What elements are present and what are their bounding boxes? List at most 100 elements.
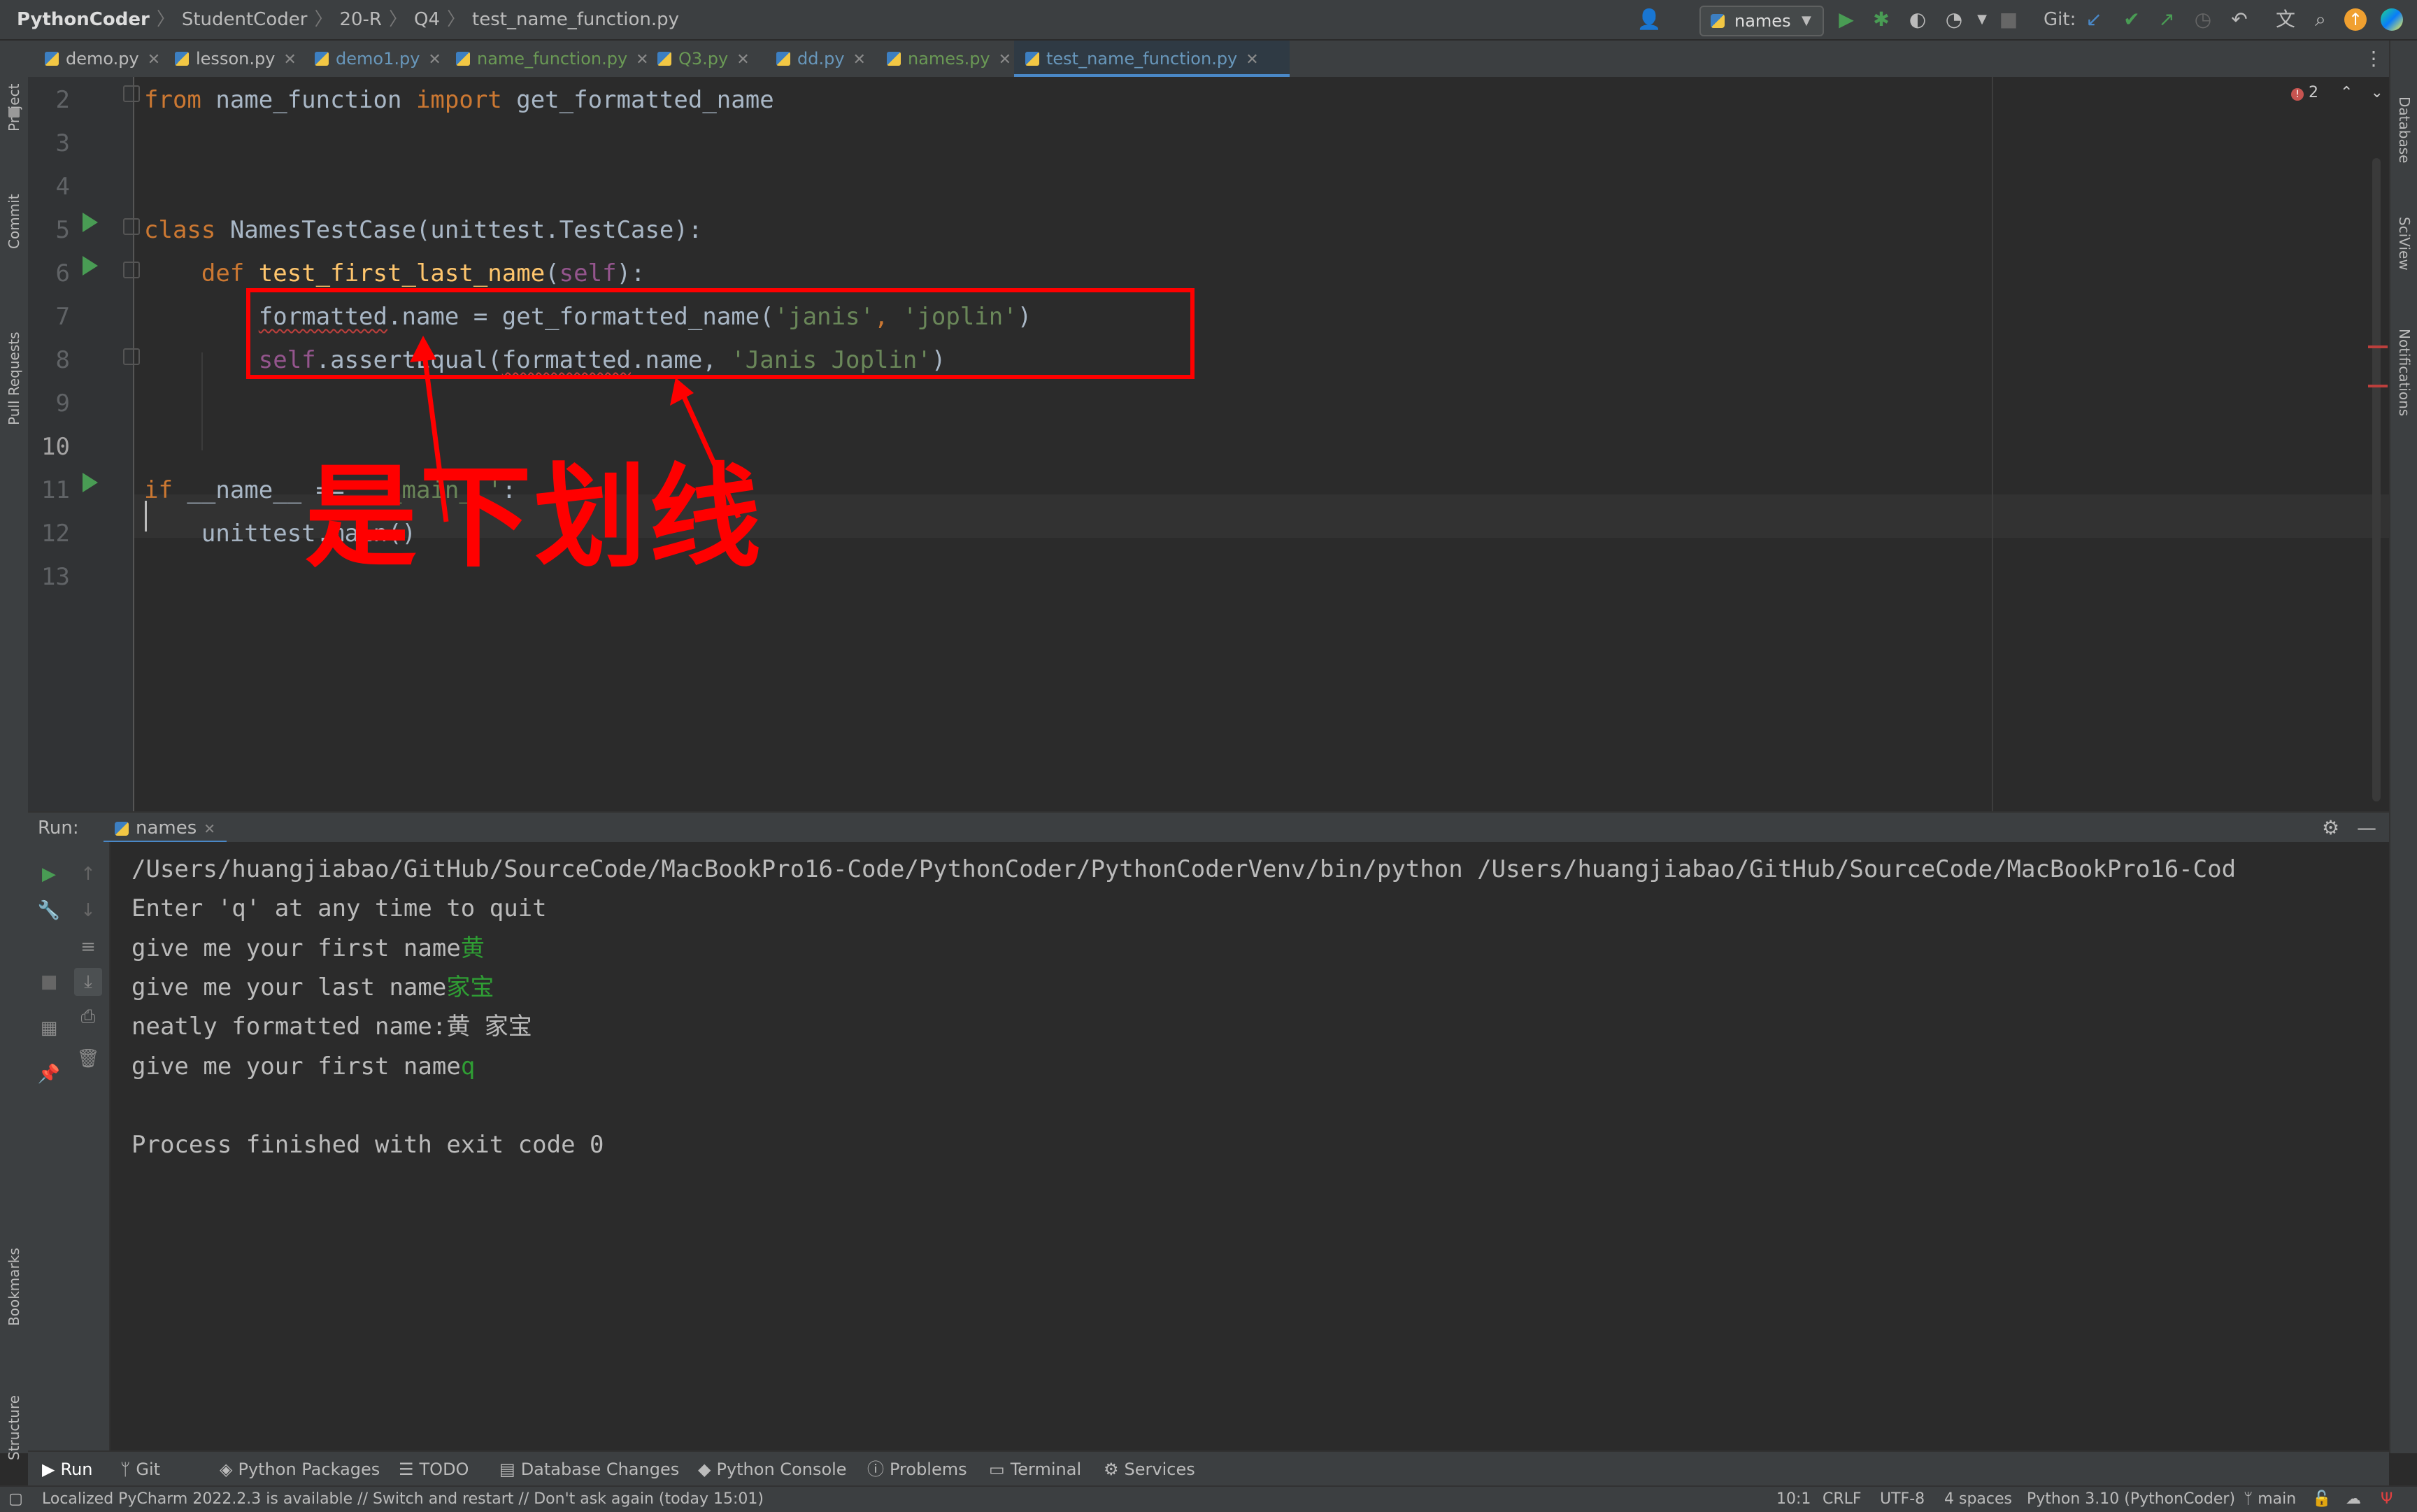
- tab-label: name_function.py: [477, 49, 628, 69]
- gear-icon[interactable]: ⚙: [2322, 813, 2339, 843]
- soft-wrap-icon[interactable]: ≡: [74, 933, 102, 961]
- profile-icon[interactable]: ◔: [1941, 7, 1967, 32]
- next-problem-icon[interactable]: ⌄: [2370, 84, 2383, 101]
- layout-toggle-icon[interactable]: ▢: [8, 1487, 23, 1512]
- git-push-icon[interactable]: ↗: [2154, 7, 2179, 32]
- git-label: Git:: [2044, 9, 2076, 30]
- run-config-dropdown[interactable]: names ▼: [1699, 6, 1824, 36]
- breadcrumb-folder-q4[interactable]: Q4: [414, 9, 440, 30]
- rerun-icon[interactable]: ▶: [35, 860, 63, 888]
- tab-name-function-py[interactable]: name_function.py ✕: [456, 41, 649, 77]
- console-text: neatly formatted name:黄 家宝: [131, 1013, 532, 1041]
- chevron-down-icon[interactable]: ▼: [1969, 7, 1995, 32]
- bottom-tab-problems[interactable]: ⓘ Problems: [867, 1452, 967, 1487]
- git-update-icon[interactable]: ↙: [2081, 7, 2106, 32]
- tab-demo-py[interactable]: demo.py ✕: [45, 41, 160, 77]
- bottom-tab-terminal[interactable]: ▭ Terminal: [989, 1452, 1081, 1487]
- tab-names-py[interactable]: names.py ✕: [887, 41, 1011, 77]
- list-icon: ☰: [399, 1460, 414, 1479]
- status-indent[interactable]: 4 spaces: [1944, 1487, 2012, 1512]
- debug-icon[interactable]: ✱: [1869, 7, 1894, 32]
- print-icon[interactable]: ⎙: [74, 1003, 102, 1031]
- rollback-icon[interactable]: ↶: [2227, 7, 2252, 32]
- bottom-tab-python-console[interactable]: ◆ Python Console: [698, 1452, 847, 1487]
- tool-window-notifications[interactable]: Notifications: [2396, 329, 2413, 416]
- bottom-tab-run[interactable]: ▶ Run: [42, 1452, 93, 1487]
- breadcrumb-folder-studentcoder[interactable]: StudentCoder: [182, 9, 308, 30]
- lock-icon[interactable]: 🔓: [2312, 1487, 2331, 1512]
- bottom-tab-services[interactable]: ⚙ Services: [1104, 1452, 1195, 1487]
- annotation-text: 是下划线: [305, 452, 764, 583]
- stop-icon[interactable]: ■: [1996, 7, 2021, 32]
- editor-tab-bar: demo.py ✕ lesson.py ✕ demo1.py ✕ name_funct…: [28, 41, 2389, 78]
- tool-window-bookmarks[interactable]: Bookmarks: [6, 1248, 22, 1326]
- search-icon[interactable]: ⌕: [2308, 7, 2333, 32]
- layout-icon[interactable]: ▦: [35, 1014, 63, 1042]
- pycharm-status-icon[interactable]: Ψ: [2381, 1487, 2393, 1512]
- tab-q3-py[interactable]: Q3.py ✕: [657, 41, 750, 77]
- database-icon: ▤: [499, 1460, 515, 1479]
- coverage-icon[interactable]: ◐: [1905, 7, 1930, 32]
- stop-icon[interactable]: ■: [35, 968, 63, 996]
- cloud-icon[interactable]: ☁: [2346, 1487, 2361, 1512]
- git-commit-icon[interactable]: ✔: [2119, 7, 2144, 32]
- user-icon[interactable]: 👤: [1637, 7, 1662, 32]
- error-stripe-mark[interactable]: [2368, 345, 2388, 348]
- history-icon[interactable]: ◷: [2190, 7, 2216, 32]
- bottom-tab-todo[interactable]: ☰ TODO: [399, 1452, 469, 1487]
- status-message[interactable]: Localized PyCharm 2022.2.3 is available …: [42, 1487, 764, 1512]
- close-icon[interactable]: ✕: [148, 51, 160, 69]
- close-icon[interactable]: ✕: [204, 820, 215, 837]
- up-arrow-icon[interactable]: ↑: [74, 860, 102, 888]
- status-interpreter[interactable]: Python 3.10 (PythonCoder): [2027, 1487, 2235, 1512]
- bottom-tool-bar: ▶ Run ᛘ Git ◈ Python Packages ☰ TODO ▤ Databa…: [28, 1450, 2389, 1487]
- tab-lesson-py[interactable]: lesson.py ✕: [175, 41, 297, 77]
- update-icon[interactable]: ↑: [2344, 8, 2367, 31]
- translate-icon[interactable]: 文: [2273, 7, 2298, 32]
- close-icon[interactable]: ✕: [428, 51, 441, 69]
- pin-icon[interactable]: 📌: [35, 1060, 63, 1088]
- bottom-tab-git[interactable]: ᛘ Git: [120, 1452, 160, 1487]
- navigation-bar: PythonCoder 〉 StudentCoder 〉 20-R 〉 Q4 〉 test_na…: [0, 0, 2417, 41]
- code-editor[interactable]: 2 from name_function import get_formatted…: [28, 77, 2389, 811]
- close-icon[interactable]: ✕: [853, 51, 866, 69]
- more-tabs-icon[interactable]: ⋮: [2364, 41, 2383, 77]
- status-caret-position[interactable]: 10:1: [1776, 1487, 1811, 1512]
- trash-icon[interactable]: 🗑: [74, 1045, 102, 1073]
- tool-window-pull-requests[interactable]: Pull Requests: [6, 331, 22, 425]
- tool-window-database[interactable]: Database: [2396, 97, 2413, 163]
- editor-scrollbar[interactable]: [2372, 158, 2381, 801]
- run-tab-names[interactable]: names ✕: [104, 813, 227, 843]
- error-stripe-mark[interactable]: [2368, 385, 2388, 387]
- python-icon: ◆: [698, 1460, 711, 1479]
- close-icon[interactable]: ✕: [636, 51, 648, 69]
- tool-window-structure[interactable]: Structure: [6, 1395, 22, 1460]
- tab-test-name-function-py[interactable]: test_name_function.py ✕: [1014, 41, 1290, 77]
- minimize-icon[interactable]: —: [2357, 813, 2376, 843]
- breadcrumb-folder-20r[interactable]: 20-R: [339, 9, 382, 30]
- bottom-tab-python-packages[interactable]: ◈ Python Packages: [220, 1452, 380, 1487]
- tab-dd-py[interactable]: dd.py ✕: [776, 41, 866, 77]
- inspection-widget[interactable]: ! 2 ⌃ ⌄: [2291, 84, 2383, 101]
- tool-window-sciview[interactable]: SciView: [2396, 217, 2413, 271]
- bottom-tab-database-changes[interactable]: ▤ Database Changes: [499, 1452, 679, 1487]
- wrench-icon[interactable]: 🔧: [35, 897, 63, 925]
- close-icon[interactable]: ✕: [283, 51, 296, 69]
- tab-demo1-py[interactable]: demo1.py ✕: [315, 41, 441, 77]
- status-branch[interactable]: ᛘ main: [2244, 1487, 2296, 1512]
- status-line-separator[interactable]: CRLF: [1823, 1487, 1862, 1512]
- previous-problem-icon[interactable]: ⌃: [2340, 84, 2353, 101]
- close-icon[interactable]: ✕: [999, 51, 1011, 69]
- breadcrumb-project[interactable]: PythonCoder: [17, 9, 150, 30]
- scroll-to-end-icon[interactable]: ⤓: [74, 968, 102, 996]
- run-console[interactable]: ▶ ↑ 🔧 ↓ ≡ ■ ⤓ ▦ ⎙ 📌 🗑 /Users/huangjiabao…: [28, 842, 2389, 1450]
- close-icon[interactable]: ✕: [1246, 51, 1258, 69]
- status-encoding[interactable]: UTF-8: [1880, 1487, 1925, 1512]
- tool-window-commit[interactable]: Commit: [6, 194, 22, 249]
- jetbrains-logo-icon[interactable]: [2381, 8, 2403, 31]
- down-arrow-icon[interactable]: ↓: [74, 897, 102, 925]
- run-icon[interactable]: ▶: [1834, 7, 1859, 32]
- breadcrumb-file[interactable]: test_name_function.py: [472, 9, 679, 30]
- python-file-icon: [776, 52, 790, 66]
- close-icon[interactable]: ✕: [736, 51, 749, 69]
